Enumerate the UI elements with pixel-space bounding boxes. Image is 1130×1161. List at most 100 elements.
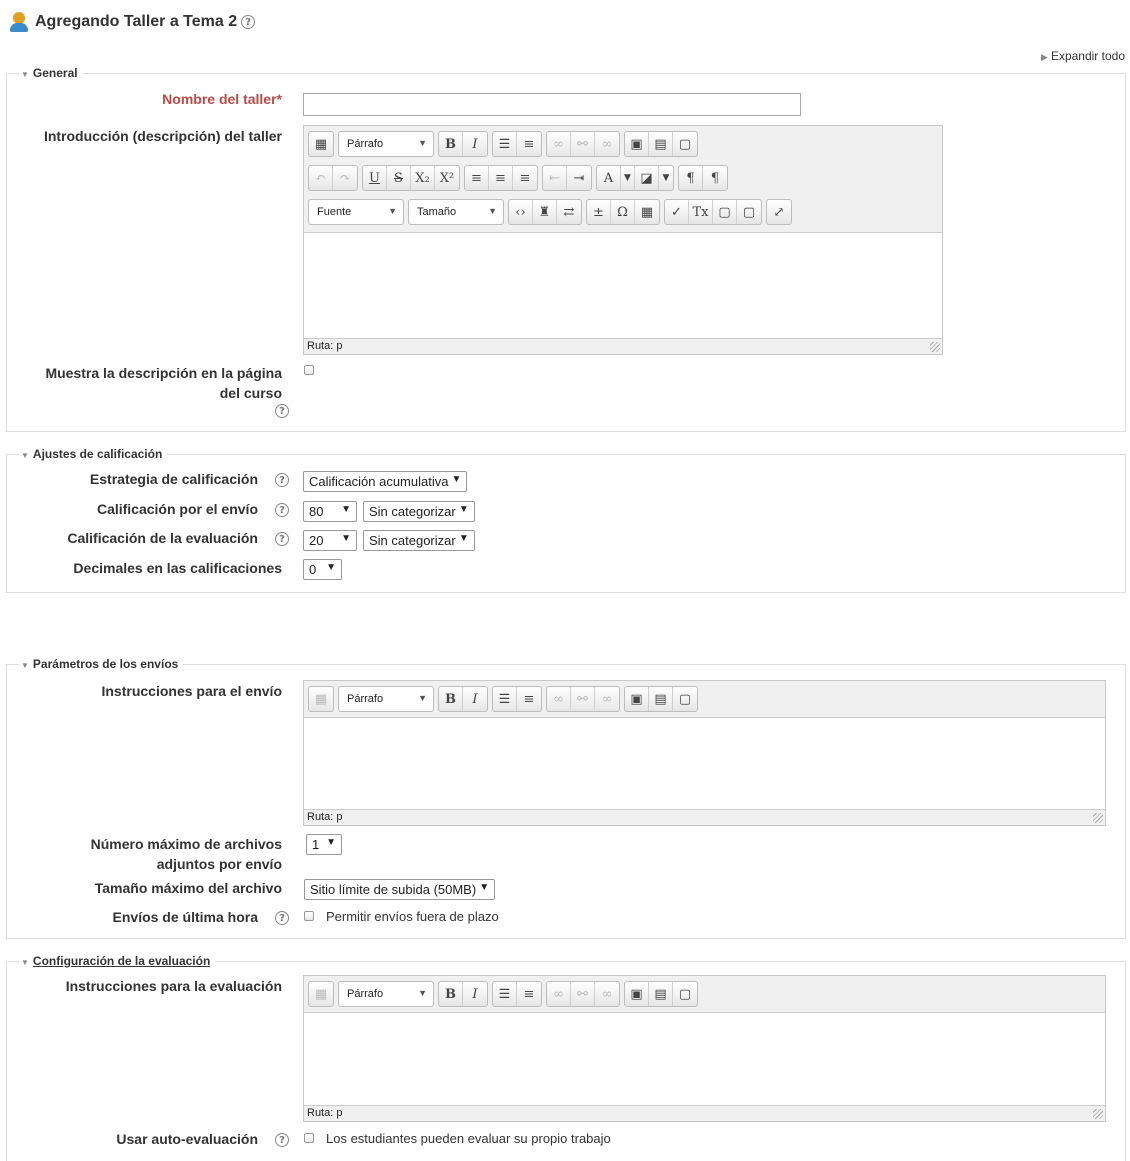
format-select[interactable]: Párrafo ▼ (338, 686, 434, 712)
italic-icon[interactable]: I (463, 132, 487, 156)
resize-grip-icon[interactable] (1093, 813, 1103, 823)
image-icon[interactable]: ▣ (625, 687, 649, 711)
bullet-list-icon[interactable]: ☰ (493, 982, 517, 1006)
resize-grip-icon[interactable] (1093, 1109, 1103, 1119)
underline-icon[interactable]: U (363, 166, 387, 190)
intro-editor-body[interactable] (304, 233, 942, 329)
text-color-icon[interactable]: A (597, 166, 621, 190)
help-icon[interactable]: ? (275, 1133, 289, 1147)
strategy-select[interactable]: Calificación acumulativa ▼ (303, 471, 468, 492)
bold-icon[interactable]: B (439, 982, 463, 1006)
insert-icon[interactable]: ± (587, 200, 611, 224)
anchor-icon[interactable]: ∞ (595, 132, 619, 156)
help-icon[interactable]: ? (275, 404, 289, 418)
italic-icon[interactable]: I (463, 687, 487, 711)
unlink-icon[interactable]: ⚯ (571, 132, 595, 156)
workshop-name-input[interactable] (303, 93, 801, 116)
outdent-icon[interactable]: ⇤ (543, 166, 567, 190)
code-icon[interactable]: ‹› (509, 200, 533, 224)
bullet-list-icon[interactable]: ☰ (493, 687, 517, 711)
find-icon[interactable]: ♜ (533, 200, 557, 224)
link-icon[interactable]: ∞ (547, 132, 571, 156)
help-icon[interactable]: ? (275, 532, 289, 546)
submission-grade-select[interactable]: 80 ▼ (303, 501, 357, 522)
self-assessment-checkbox[interactable] (304, 1133, 314, 1143)
max-files-select[interactable]: 1 ▼ (306, 834, 342, 855)
clear-format-icon[interactable]: Tx (689, 200, 713, 224)
cleanup-icon[interactable]: ✓ (665, 200, 689, 224)
media-icon[interactable]: ▤ (649, 687, 673, 711)
fullscreen-icon[interactable]: ⤢ (767, 200, 791, 224)
align-left-icon[interactable]: ≡ (465, 166, 489, 190)
size-select[interactable]: Tamaño ▼ (408, 199, 504, 225)
assessment-editor-body[interactable] (304, 1013, 1105, 1104)
paste-icon[interactable]: ▢ (673, 982, 697, 1006)
bullet-list-icon[interactable]: ☰ (493, 132, 517, 156)
special-char-icon[interactable]: Ω (611, 200, 635, 224)
chevron-down-icon[interactable]: ▼ (621, 166, 635, 190)
numbered-list-icon[interactable]: ≡ (517, 687, 541, 711)
anchor-icon[interactable]: ∞ (595, 687, 619, 711)
paste-text-icon[interactable]: ▢ (713, 200, 737, 224)
indent-icon[interactable]: ⇥ (567, 166, 591, 190)
max-size-select[interactable]: Sitio límite de subida (50MB) ▼ (304, 879, 496, 900)
help-icon[interactable]: ? (275, 473, 289, 487)
expand-all-link[interactable]: ▶ Expandir todo (1041, 49, 1125, 63)
paste-word-icon[interactable]: ▢ (737, 200, 761, 224)
anchor-icon[interactable]: ∞ (595, 982, 619, 1006)
subscript-icon[interactable]: X₂ (411, 166, 435, 190)
rtl-icon[interactable]: ¶ (703, 166, 727, 190)
section-submission-legend[interactable]: ▼ Parámetros de los envíos (19, 657, 184, 671)
section-grading-legend[interactable]: ▼ Ajustes de calificación (19, 447, 168, 461)
bold-icon[interactable]: B (439, 687, 463, 711)
link-icon[interactable]: ∞ (547, 982, 571, 1006)
help-icon[interactable]: ? (275, 911, 289, 925)
unlink-icon[interactable]: ⚯ (571, 687, 595, 711)
toolbar-toggle-icon[interactable]: ▦ (309, 982, 333, 1006)
bold-icon[interactable]: B (439, 132, 463, 156)
strikethrough-icon[interactable]: S (387, 166, 411, 190)
late-submissions-checkbox[interactable] (304, 911, 314, 921)
unlink-icon[interactable]: ⚯ (571, 982, 595, 1006)
align-center-icon[interactable]: ≡ (489, 166, 513, 190)
numbered-list-icon[interactable]: ≡ (517, 132, 541, 156)
ltr-icon[interactable]: ¶ (679, 166, 703, 190)
resize-grip-icon[interactable] (930, 342, 940, 352)
workshop-name-label: Nombre del taller* (162, 91, 282, 107)
highlight-color-icon[interactable]: ◪ (635, 166, 659, 190)
paste-icon[interactable]: ▢ (673, 687, 697, 711)
toolbar-toggle-icon[interactable]: ▦ (309, 132, 333, 156)
self-assessment-checkbox-label[interactable]: Los estudiantes pueden evaluar su propio… (326, 1131, 611, 1146)
help-icon[interactable]: ? (241, 15, 256, 29)
link-icon[interactable]: ∞ (547, 687, 571, 711)
show-desc-checkbox[interactable] (304, 365, 314, 375)
submission-category-select[interactable]: Sin categorizar ▼ (363, 501, 475, 522)
assessment-grade-select[interactable]: 20 ▼ (303, 530, 357, 551)
section-general-legend[interactable]: ▼ General (19, 66, 83, 80)
align-right-icon[interactable]: ≡ (513, 166, 537, 190)
image-icon[interactable]: ▣ (625, 982, 649, 1006)
superscript-icon[interactable]: X² (435, 166, 459, 190)
submission-editor-body[interactable] (304, 718, 1105, 808)
media-icon[interactable]: ▤ (649, 132, 673, 156)
paste-icon[interactable]: ▢ (673, 132, 697, 156)
format-select[interactable]: Párrafo ▼ (338, 981, 434, 1007)
image-icon[interactable]: ▣ (625, 132, 649, 156)
assessment-category-select[interactable]: Sin categorizar ▼ (363, 530, 475, 551)
chevron-down-icon[interactable]: ▼ (659, 166, 673, 190)
undo-icon[interactable]: ↶ (309, 166, 333, 190)
help-icon[interactable]: ? (275, 503, 289, 517)
redo-icon[interactable]: ↷ (333, 166, 357, 190)
replace-icon[interactable]: ⇄ (557, 200, 581, 224)
format-select[interactable]: Párrafo ▼ (338, 131, 434, 157)
late-submissions-checkbox-label[interactable]: Permitir envíos fuera de plazo (326, 909, 499, 924)
decimals-select[interactable]: 0 ▼ (303, 559, 342, 580)
section-assessment-legend[interactable]: ▼ Configuración de la evaluación (19, 954, 216, 968)
table-icon[interactable]: ▦ (635, 200, 659, 224)
page-title-text: Agregando Taller a Tema 2 (35, 13, 238, 30)
font-select[interactable]: Fuente ▼ (308, 199, 404, 225)
toolbar-toggle-icon[interactable]: ▦ (309, 687, 333, 711)
media-icon[interactable]: ▤ (649, 982, 673, 1006)
numbered-list-icon[interactable]: ≡ (517, 982, 541, 1006)
italic-icon[interactable]: I (463, 982, 487, 1006)
